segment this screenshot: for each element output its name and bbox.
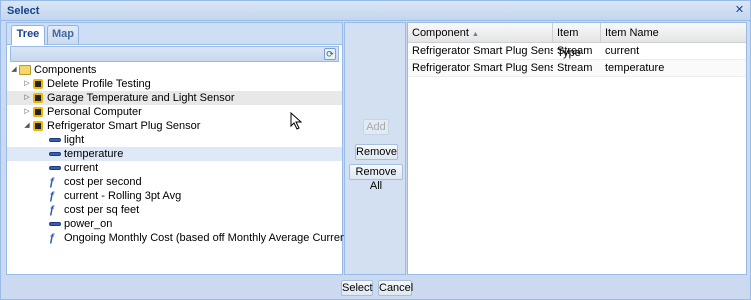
tree-node-calculated-stream[interactable]: ƒ Ongoing Monthly Cost (based off Monthl… — [7, 231, 353, 245]
remove-all-button[interactable]: Remove All — [349, 164, 403, 192]
tree-node-device[interactable]: ▷ Garage Temperature and Light Sensor — [7, 91, 342, 105]
tree-toolbar: ⟳ — [10, 46, 339, 62]
expand-arrow-icon[interactable]: ▷ — [23, 77, 31, 91]
column-header-item-type[interactable]: Item Type — [553, 23, 601, 59]
table-row[interactable]: Refrigerator Smart Plug Sensor Stream cu… — [408, 43, 746, 60]
select-button[interactable]: Select — [341, 280, 373, 296]
cell-item-type: Stream — [557, 45, 593, 57]
mouse-cursor-icon — [290, 112, 303, 130]
cell-component: Refrigerator Smart Plug Sensor — [412, 45, 553, 57]
tree-node-calculated-stream[interactable]: ƒ cost per second — [7, 175, 342, 189]
tree-node-label: power_on — [64, 218, 113, 230]
tree-node-device[interactable]: ▷ Delete Profile Testing — [7, 77, 342, 91]
cell-item-name: temperature — [605, 62, 665, 74]
tab-map[interactable]: Map — [47, 25, 79, 44]
device-icon — [33, 121, 43, 131]
grid-header: Component ▲ Item Type Item Name — [408, 23, 746, 59]
tree-node-label: current — [64, 162, 99, 174]
expand-arrow-icon[interactable]: ▷ — [23, 91, 31, 105]
tree-node-label: Ongoing Monthly Cost (based off Monthly … — [64, 232, 353, 244]
tree-node-label: Personal Computer — [47, 106, 142, 118]
calculated-stream-icon: ƒ — [49, 190, 56, 202]
tree-node-label: temperature — [64, 148, 124, 160]
sort-ascending-icon: ▲ — [471, 31, 479, 38]
dialog-titlebar[interactable]: Select ✕ — [1, 1, 750, 21]
cell-item-type: Stream — [557, 62, 593, 74]
dialog-title: Select — [7, 5, 40, 17]
tree-node-label: Delete Profile Testing — [47, 78, 151, 90]
cell-item-name: current — [605, 45, 640, 57]
tree-node-label: Garage Temperature and Light Sensor — [47, 92, 235, 104]
stream-icon — [49, 166, 61, 170]
expand-arrow-icon[interactable]: ▷ — [23, 105, 31, 119]
refresh-icon[interactable]: ⟳ — [324, 48, 336, 60]
stream-icon — [49, 152, 61, 156]
device-icon — [33, 93, 43, 103]
calculated-stream-icon: ƒ — [49, 204, 56, 216]
device-icon — [33, 107, 43, 117]
calculated-stream-icon: ƒ — [49, 232, 56, 244]
tree-node-label: Refrigerator Smart Plug Sensor — [47, 120, 201, 132]
tree-node-stream[interactable]: temperature — [7, 147, 342, 161]
tree-node-stream[interactable]: power_on — [7, 217, 342, 231]
collapse-arrow-icon[interactable]: ◢ — [10, 63, 18, 77]
device-icon — [33, 79, 43, 89]
tree-node-label: current - Rolling 3pt Avg — [64, 190, 182, 202]
cell-component: Refrigerator Smart Plug Sensor — [412, 62, 553, 74]
add-button[interactable]: Add — [363, 119, 389, 135]
select-dialog: Select ✕ Tree Map ⟳ ◢ Components ▷ Delet… — [0, 0, 751, 300]
tree-node-root[interactable]: ◢ Components — [7, 63, 342, 77]
stream-icon — [49, 138, 61, 142]
tab-strip: Tree Map — [7, 23, 342, 45]
cancel-button[interactable]: Cancel — [378, 280, 413, 296]
action-panel: Add Remove Remove All — [344, 22, 406, 275]
tree-node-calculated-stream[interactable]: ƒ current - Rolling 3pt Avg — [7, 189, 342, 203]
tree-node-label: cost per second — [64, 176, 142, 188]
folder-icon — [19, 65, 31, 75]
close-icon[interactable]: ✕ — [733, 4, 746, 17]
tree-node-stream[interactable]: light — [7, 133, 342, 147]
column-header-label: Component — [412, 27, 469, 39]
remove-button[interactable]: Remove — [355, 144, 398, 160]
stream-icon — [49, 222, 61, 226]
tree-node-label: light — [64, 134, 85, 146]
table-row[interactable]: Refrigerator Smart Plug Sensor Stream te… — [408, 60, 746, 77]
tree-node-label: Components — [34, 64, 97, 76]
collapse-arrow-icon[interactable]: ◢ — [23, 119, 31, 133]
selected-items-grid: Component ▲ Item Type Item Name Refriger… — [407, 22, 747, 275]
tab-tree[interactable]: Tree — [11, 25, 45, 45]
tree-panel: Tree Map ⟳ ◢ Components ▷ Delete Profile… — [6, 22, 353, 275]
column-header-component[interactable]: Component ▲ — [408, 23, 553, 43]
column-header-item-name[interactable]: Item Name — [601, 23, 746, 43]
tree-node-calculated-stream[interactable]: ƒ cost per sq feet — [7, 203, 342, 217]
tree-node-stream[interactable]: current — [7, 161, 342, 175]
calculated-stream-icon: ƒ — [49, 176, 56, 188]
tree-node-label: cost per sq feet — [64, 204, 140, 216]
